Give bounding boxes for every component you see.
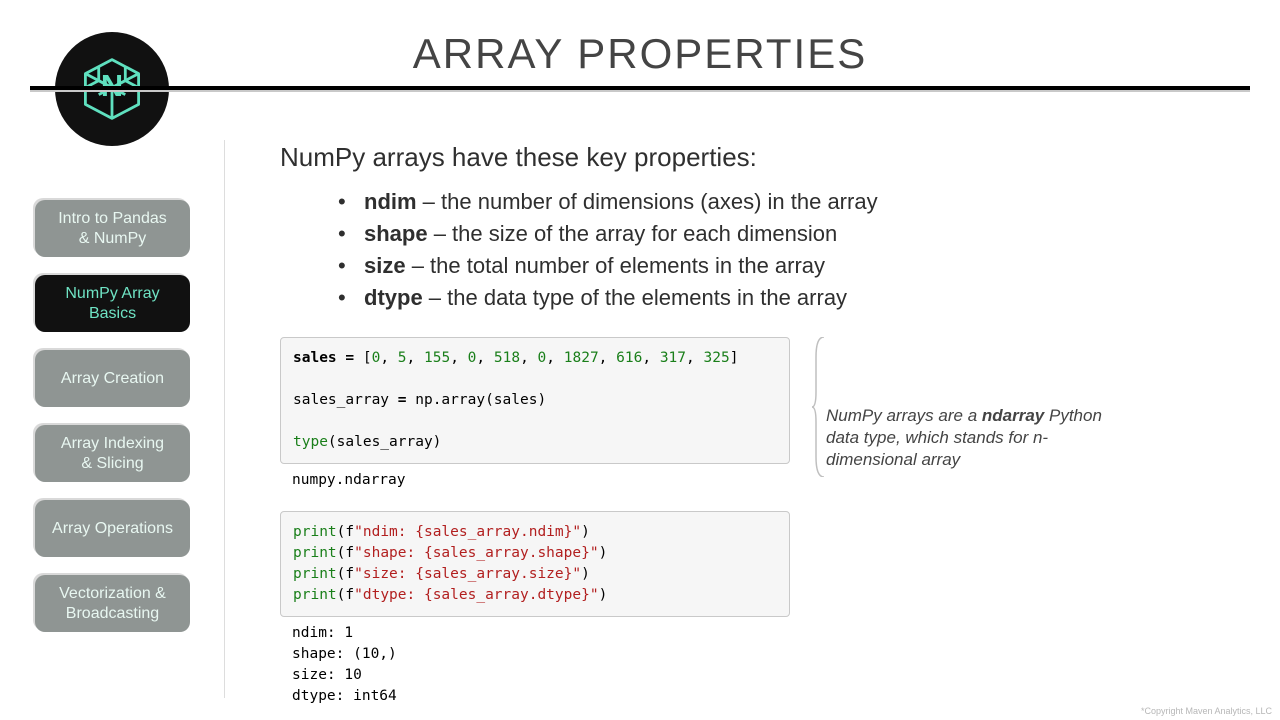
- property-item-shape: shape – the size of the array for each d…: [330, 221, 1240, 247]
- sidebar: Intro to Pandas& NumPy NumPy ArrayBasics A…: [35, 200, 190, 650]
- output-1: numpy.ndarray: [280, 464, 790, 497]
- lead-text: NumPy arrays have these key properties:: [280, 142, 1240, 173]
- property-item-dtype: dtype – the data type of the elements in…: [330, 285, 1240, 311]
- property-item-ndim: ndim – the number of dimensions (axes) i…: [330, 189, 1240, 215]
- sidebar-item-4[interactable]: Array Operations: [35, 500, 190, 557]
- copyright-footer: *Copyright Maven Analytics, LLC: [1141, 706, 1272, 716]
- main-content: NumPy arrays have these key properties: …: [280, 142, 1240, 713]
- property-item-size: size – the total number of elements in t…: [330, 253, 1240, 279]
- page-title: ARRAY PROPERTIES: [0, 30, 1280, 78]
- property-list: ndim – the number of dimensions (axes) i…: [330, 189, 1240, 311]
- code-block-1: sales = [0, 5, 155, 0, 518, 0, 1827, 616…: [280, 337, 790, 464]
- code-area-2: print(f"ndim: {sales_array.ndim}") print…: [280, 511, 790, 713]
- output-2: ndim: 1 shape: (10,) size: 10 dtype: int…: [280, 617, 790, 713]
- brace-icon: [812, 337, 824, 477]
- code-block-2: print(f"ndim: {sales_array.ndim}") print…: [280, 511, 790, 617]
- sidebar-item-1[interactable]: NumPy ArrayBasics: [35, 275, 190, 332]
- sidebar-item-5[interactable]: Vectorization &Broadcasting: [35, 575, 190, 632]
- sidebar-item-3[interactable]: Array Indexing& Slicing: [35, 425, 190, 482]
- sidebar-item-0[interactable]: Intro to Pandas& NumPy: [35, 200, 190, 257]
- annotation-1: NumPy arrays are a ndarray Python data t…: [812, 337, 1132, 471]
- code-area-1: sales = [0, 5, 155, 0, 518, 0, 1827, 616…: [280, 337, 1240, 497]
- page-title-row: ARRAY PROPERTIES: [0, 30, 1280, 78]
- title-divider: [30, 86, 1250, 90]
- annotation-text: NumPy arrays are a ndarray Python data t…: [826, 405, 1132, 471]
- vertical-divider: [224, 140, 225, 698]
- sidebar-item-2[interactable]: Array Creation: [35, 350, 190, 407]
